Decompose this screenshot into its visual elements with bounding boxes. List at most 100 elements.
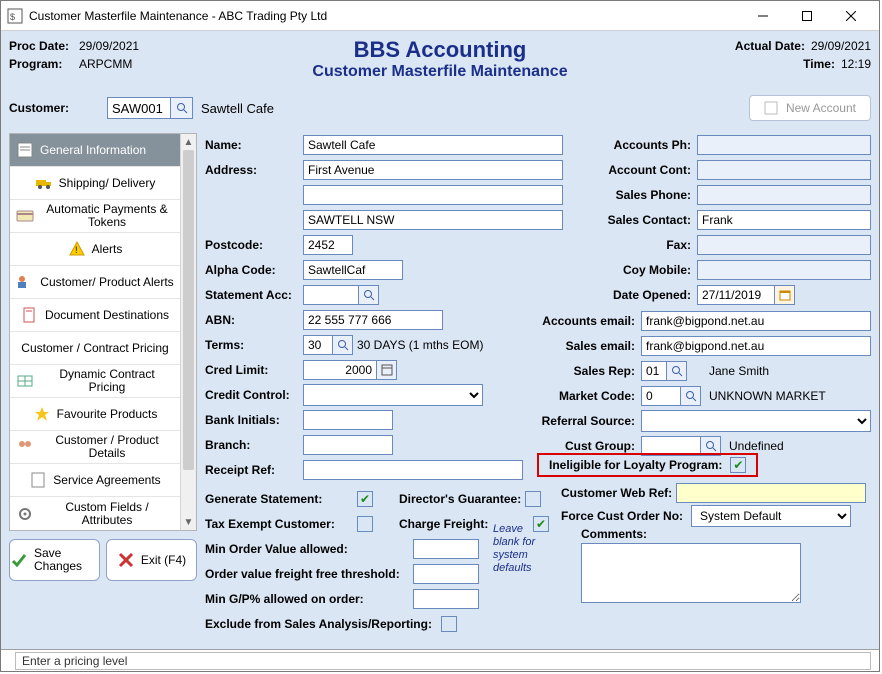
marketcode-input[interactable]	[641, 386, 681, 406]
terms-code-input[interactable]	[303, 335, 333, 355]
mingp-input[interactable]	[413, 589, 479, 609]
search-icon[interactable]	[333, 335, 353, 355]
nav-alerts[interactable]: !Alerts	[10, 233, 180, 266]
program-value: ARPCMM	[79, 57, 132, 71]
accph-input[interactable]	[697, 135, 871, 155]
nav-customer-product-alerts[interactable]: Customer/ Product Alerts	[10, 266, 180, 299]
address-label: Address:	[205, 163, 303, 177]
genstmt-checkbox[interactable]	[357, 491, 373, 507]
creditcontrol-select[interactable]	[303, 384, 483, 406]
nav-label: Dynamic Contract Pricing	[40, 368, 174, 394]
webref-row: Customer Web Ref:	[561, 483, 866, 503]
nav-auto-payments[interactable]: Automatic Payments & Tokens	[10, 200, 180, 233]
header: Proc Date:29/09/2021 Program:ARPCMM BBS …	[9, 31, 871, 81]
save-button[interactable]: Save Changes	[9, 539, 100, 581]
abn-input[interactable]	[303, 310, 443, 330]
nav-label: Favourite Products	[57, 408, 158, 421]
address1-input[interactable]	[303, 160, 563, 180]
postcode-input[interactable]	[303, 235, 353, 255]
app-icon: $	[7, 8, 23, 24]
salesrep-code-input[interactable]	[641, 361, 667, 381]
webref-input[interactable]	[676, 483, 866, 503]
minimize-button[interactable]	[741, 2, 785, 30]
document-icon	[21, 306, 39, 324]
stmtacc-input[interactable]	[303, 285, 359, 305]
nav-shipping-delivery[interactable]: Shipping/ Delivery	[10, 167, 180, 200]
loyalty-highlight: Ineligible for Loyalty Program:	[537, 453, 758, 477]
form-icon	[16, 141, 34, 159]
branch-label: Branch:	[205, 438, 303, 452]
scroll-track[interactable]	[181, 150, 196, 514]
credlimit-input[interactable]	[303, 360, 377, 380]
truck-icon	[35, 174, 53, 192]
name-input[interactable]	[303, 135, 563, 155]
bankinit-input[interactable]	[303, 410, 393, 430]
alpha-input[interactable]	[303, 260, 403, 280]
titlebar: $ Customer Masterfile Maintenance - ABC …	[1, 1, 879, 31]
salesph-input[interactable]	[697, 185, 871, 205]
calendar-icon[interactable]	[775, 285, 795, 305]
salescont-input[interactable]	[697, 210, 871, 230]
address3-input[interactable]	[303, 210, 563, 230]
nav-dynamic-pricing[interactable]: Dynamic Contract Pricing	[10, 365, 180, 398]
customer-row: Customer: Sawtell Cafe New Account	[9, 95, 871, 121]
forceorder-select[interactable]: System Default	[691, 505, 851, 527]
comments-input[interactable]	[581, 543, 801, 603]
receipt-label: Receipt Ref:	[205, 463, 303, 477]
marketcode-label: Market Code:	[525, 389, 635, 403]
maximize-button[interactable]	[785, 2, 829, 30]
nav-label: General Information	[40, 144, 146, 157]
receipt-input[interactable]	[303, 460, 523, 480]
search-icon[interactable]	[359, 285, 379, 305]
acccont-input[interactable]	[697, 160, 871, 180]
nav-label: Automatic Payments & Tokens	[40, 203, 174, 229]
exclude-checkbox[interactable]	[441, 616, 457, 632]
accemail-input[interactable]	[641, 311, 871, 331]
scroll-up-icon[interactable]: ▲	[181, 134, 196, 150]
salesrep-label: Sales Rep:	[525, 364, 635, 378]
search-icon[interactable]	[171, 97, 193, 119]
nav-general-information[interactable]: General Information	[10, 134, 180, 167]
search-icon[interactable]	[681, 386, 701, 406]
nav-contract-pricing[interactable]: Customer / Contract Pricing	[10, 332, 180, 365]
scroll-thumb[interactable]	[183, 150, 194, 470]
refsource-select[interactable]	[641, 410, 871, 432]
action-buttons: Save Changes Exit (F4)	[9, 539, 197, 581]
nav-service-agreements[interactable]: Service Agreements	[10, 464, 180, 497]
nav-doc-destinations[interactable]: Document Destinations	[10, 299, 180, 332]
taxexempt-checkbox[interactable]	[357, 516, 373, 532]
fax-input[interactable]	[697, 235, 871, 255]
marketcode-name: UNKNOWN MARKET	[709, 389, 826, 403]
people-alert-icon	[16, 273, 34, 291]
address2-input[interactable]	[303, 185, 563, 205]
nav-list: General Information Shipping/ Delivery A…	[10, 134, 180, 530]
nav-label: Customer / Product Details	[40, 434, 174, 460]
branch-input[interactable]	[303, 435, 393, 455]
minorder-input[interactable]	[413, 539, 479, 559]
customer-code-input[interactable]	[107, 97, 171, 119]
leave-blank-note: Leave blank for system defaults	[493, 523, 549, 575]
coymobile-input[interactable]	[697, 260, 871, 280]
terms-desc: 30 DAYS (1 mths EOM)	[357, 338, 483, 352]
nav-customer-product-details[interactable]: Customer / Product Details	[10, 431, 180, 464]
exit-button[interactable]: Exit (F4)	[106, 539, 197, 581]
nav-scrollbar[interactable]: ▲ ▼	[180, 134, 196, 530]
nav-custom-fields[interactable]: Custom Fields / Attributes	[10, 497, 180, 530]
dateopened-input[interactable]	[697, 285, 775, 305]
calculator-icon[interactable]	[377, 360, 397, 380]
freightfree-label: Order value freight free threshold:	[205, 567, 413, 581]
new-account-button[interactable]: New Account	[749, 95, 871, 121]
nav-favourite-products[interactable]: Favourite Products	[10, 398, 180, 431]
freightfree-input[interactable]	[413, 564, 479, 584]
directors-label: Director's Guarantee:	[399, 492, 521, 506]
search-icon[interactable]	[667, 361, 687, 381]
loyalty-checkbox[interactable]	[730, 457, 746, 473]
credit-card-icon	[16, 207, 34, 225]
svg-text:!: !	[75, 245, 78, 255]
salesemail-input[interactable]	[641, 336, 871, 356]
directors-checkbox[interactable]	[525, 491, 541, 507]
save-label: Save Changes	[34, 547, 99, 573]
scroll-down-icon[interactable]: ▼	[181, 514, 196, 530]
taxexempt-label: Tax Exempt Customer:	[205, 517, 353, 531]
close-button[interactable]	[829, 2, 873, 30]
